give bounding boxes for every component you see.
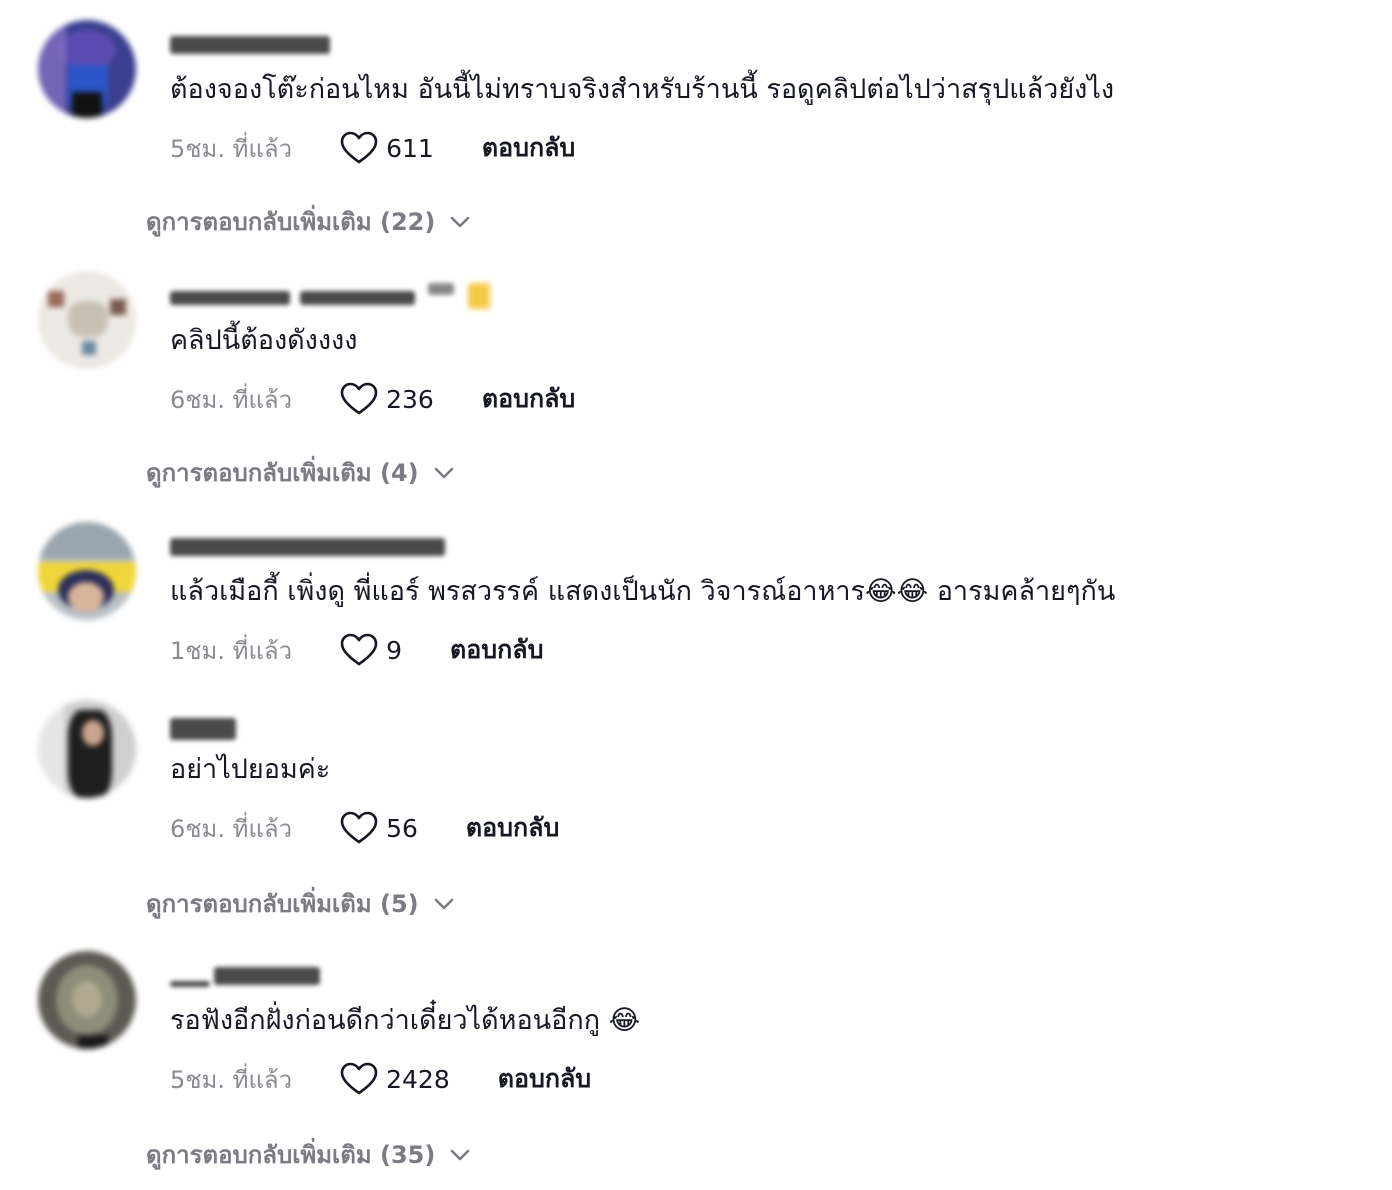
reply-button[interactable]: ตอบกลับ [498, 1059, 591, 1099]
reply-button[interactable]: ตอบกลับ [482, 379, 575, 419]
comment-text: คลิปนี้ต้องดังงงง [170, 325, 358, 356]
avatar[interactable] [38, 951, 136, 1049]
reply-button[interactable]: ตอบกลับ [482, 128, 575, 168]
comment-item: รอฟังอีกฝั่งก่อนดีกว่าเดี๋ยวได้หอนอีกกู … [0, 951, 1392, 1181]
view-more-replies[interactable]: ดูการตอบกลับเพิ่มเติม (35) [146, 1135, 471, 1174]
heart-outline-icon [340, 382, 378, 415]
comment-meta: 6ชม. ที่แล้ว 56 ตอบกลับ [170, 808, 559, 848]
view-more-replies[interactable]: ดูการตอบกลับเพิ่มเติม (5) [146, 884, 455, 923]
comment-text: อย่าไปยอมค่ะ [170, 754, 331, 785]
avatar[interactable] [38, 700, 136, 798]
view-more-label: ดูการตอบกลับเพิ่มเติม (5) [146, 890, 419, 918]
chevron-down-icon [451, 1149, 470, 1160]
heart-outline-icon [340, 633, 378, 666]
like-count: 9 [386, 635, 403, 665]
username[interactable] [170, 32, 330, 58]
comment-time: 6ชม. ที่แล้ว [170, 814, 293, 843]
avatar[interactable] [38, 20, 136, 118]
comment-time: 5ชม. ที่แล้ว [170, 134, 293, 163]
reply-button[interactable]: ตอบกลับ [450, 630, 543, 670]
comment-item: คลิปนี้ต้องดังงงง 6ชม. ที่แล้ว 236 ตอบกล… [0, 271, 1392, 501]
comment-time: 1ชม. ที่แล้ว [170, 636, 293, 665]
comment-item: อย่าไปยอมค่ะ 6ชม. ที่แล้ว 56 ตอบกลับ ดูก… [0, 700, 1392, 930]
view-more-label: ดูการตอบกลับเพิ่มเติม (35) [146, 1141, 436, 1169]
like-button[interactable]: 9 [340, 633, 402, 667]
view-more-replies[interactable]: ดูการตอบกลับเพิ่มเติม (4) [146, 453, 455, 492]
view-more-label: ดูการตอบกลับเพิ่มเติม (22) [146, 208, 436, 236]
comment-text: ต้องจองโต๊ะก่อนไหม อันนี้ไม่ทราบจริงสำหร… [170, 74, 1115, 105]
comment-meta: 6ชม. ที่แล้ว 236 ตอบกลับ [170, 379, 575, 419]
username[interactable] [170, 963, 320, 989]
heart-outline-icon [340, 811, 378, 844]
like-count: 2428 [386, 1064, 450, 1094]
comment-time: 6ชม. ที่แล้ว [170, 385, 293, 414]
heart-outline-icon [340, 1062, 378, 1095]
avatar[interactable] [38, 271, 136, 369]
comment-meta: 5ชม. ที่แล้ว 611 ตอบกลับ [170, 128, 575, 168]
comment-meta: 1ชม. ที่แล้ว 9 ตอบกลับ [170, 630, 543, 670]
chevron-down-icon [434, 898, 453, 909]
chevron-down-icon [434, 467, 453, 478]
username[interactable] [170, 283, 500, 309]
badge-icon [468, 283, 490, 309]
like-button[interactable]: 236 [340, 382, 434, 416]
like-count: 236 [386, 384, 434, 414]
like-button[interactable]: 56 [340, 811, 418, 845]
comment-text: รอฟังอีกฝั่งก่อนดีกว่าเดี๋ยวได้หอนอีกกู … [170, 1005, 641, 1036]
comment-time: 5ชม. ที่แล้ว [170, 1065, 293, 1094]
comment-item: ต้องจองโต๊ะก่อนไหม อันนี้ไม่ทราบจริงสำหร… [0, 20, 1392, 250]
chevron-down-icon [451, 216, 470, 227]
username[interactable] [170, 534, 445, 560]
heart-outline-icon [340, 131, 378, 164]
like-button[interactable]: 2428 [340, 1062, 450, 1096]
like-count: 611 [386, 133, 434, 163]
comment-item: แล้วเมือกี้ เพิ่งดู พี่แอร์ พรสวรรค์ แสด… [0, 522, 1392, 682]
view-more-label: ดูการตอบกลับเพิ่มเติม (4) [146, 459, 419, 487]
comment-text: แล้วเมือกี้ เพิ่งดู พี่แอร์ พรสวรรค์ แสด… [170, 576, 1116, 607]
comment-meta: 5ชม. ที่แล้ว 2428 ตอบกลับ [170, 1059, 591, 1099]
avatar[interactable] [38, 522, 136, 620]
like-button[interactable]: 611 [340, 131, 434, 165]
reply-button[interactable]: ตอบกลับ [466, 808, 559, 848]
username[interactable] [170, 712, 236, 740]
view-more-replies[interactable]: ดูการตอบกลับเพิ่มเติม (22) [146, 202, 471, 241]
like-count: 56 [386, 813, 418, 843]
